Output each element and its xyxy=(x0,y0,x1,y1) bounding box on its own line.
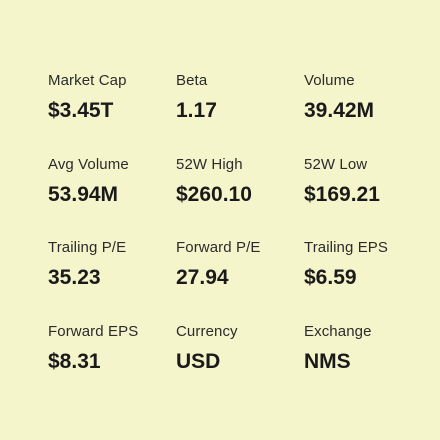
stat-value-52w-low: $169.21 xyxy=(304,182,380,206)
stat-forward-pe: Forward P/E 27.94 xyxy=(176,239,304,323)
stat-trailing-eps: Trailing EPS $6.59 xyxy=(304,239,432,323)
stat-label-trailing-eps: Trailing EPS xyxy=(304,239,389,256)
stat-value-forward-pe: 27.94 xyxy=(176,266,229,289)
stat-market-cap: Market Cap $3.45T xyxy=(48,72,176,156)
stat-label-avg-volume: Avg Volume xyxy=(48,155,129,173)
stat-value-volume: 39.42M xyxy=(304,99,375,122)
stat-volume: Volume 39.42M xyxy=(304,72,432,156)
stock-stats-panel: Market Cap $3.45T Beta 1.17 Volume 39.42… xyxy=(0,0,440,440)
stat-value-trailing-eps: $6.59 xyxy=(304,266,357,289)
stat-label-beta: Beta xyxy=(176,72,208,89)
stat-exchange: Exchange NMS xyxy=(304,323,432,407)
stat-label-currency: Currency xyxy=(176,322,238,340)
stat-value-forward-eps: $8.31 xyxy=(48,349,101,373)
stat-value-currency: USD xyxy=(176,349,221,373)
stat-beta: Beta 1.17 xyxy=(176,72,304,156)
stat-value-52w-high: $260.10 xyxy=(176,182,252,206)
stat-label-volume: Volume xyxy=(304,72,355,89)
stat-label-52w-high: 52W High xyxy=(176,155,243,173)
stats-grid: Market Cap $3.45T Beta 1.17 Volume 39.42… xyxy=(48,72,440,406)
stat-avg-volume: Avg Volume 53.94M xyxy=(48,156,176,240)
stat-label-forward-pe: Forward P/E xyxy=(176,239,261,256)
stat-52w-low: 52W Low $169.21 xyxy=(304,156,432,240)
stat-label-forward-eps: Forward EPS xyxy=(48,322,139,340)
stat-label-52w-low: 52W Low xyxy=(304,155,368,173)
stat-currency: Currency USD xyxy=(176,323,304,407)
stat-label-exchange: Exchange xyxy=(304,322,372,340)
stat-value-market-cap: $3.45T xyxy=(48,99,114,122)
stat-value-avg-volume: 53.94M xyxy=(48,182,119,206)
stat-trailing-pe: Trailing P/E 35.23 xyxy=(48,239,176,323)
stat-forward-eps: Forward EPS $8.31 xyxy=(48,323,176,407)
stat-value-trailing-pe: 35.23 xyxy=(48,266,101,289)
stat-value-beta: 1.17 xyxy=(176,99,217,122)
stat-52w-high: 52W High $260.10 xyxy=(176,156,304,240)
stat-value-exchange: NMS xyxy=(304,349,351,373)
stat-label-trailing-pe: Trailing P/E xyxy=(48,239,127,256)
stat-label-market-cap: Market Cap xyxy=(48,72,127,89)
